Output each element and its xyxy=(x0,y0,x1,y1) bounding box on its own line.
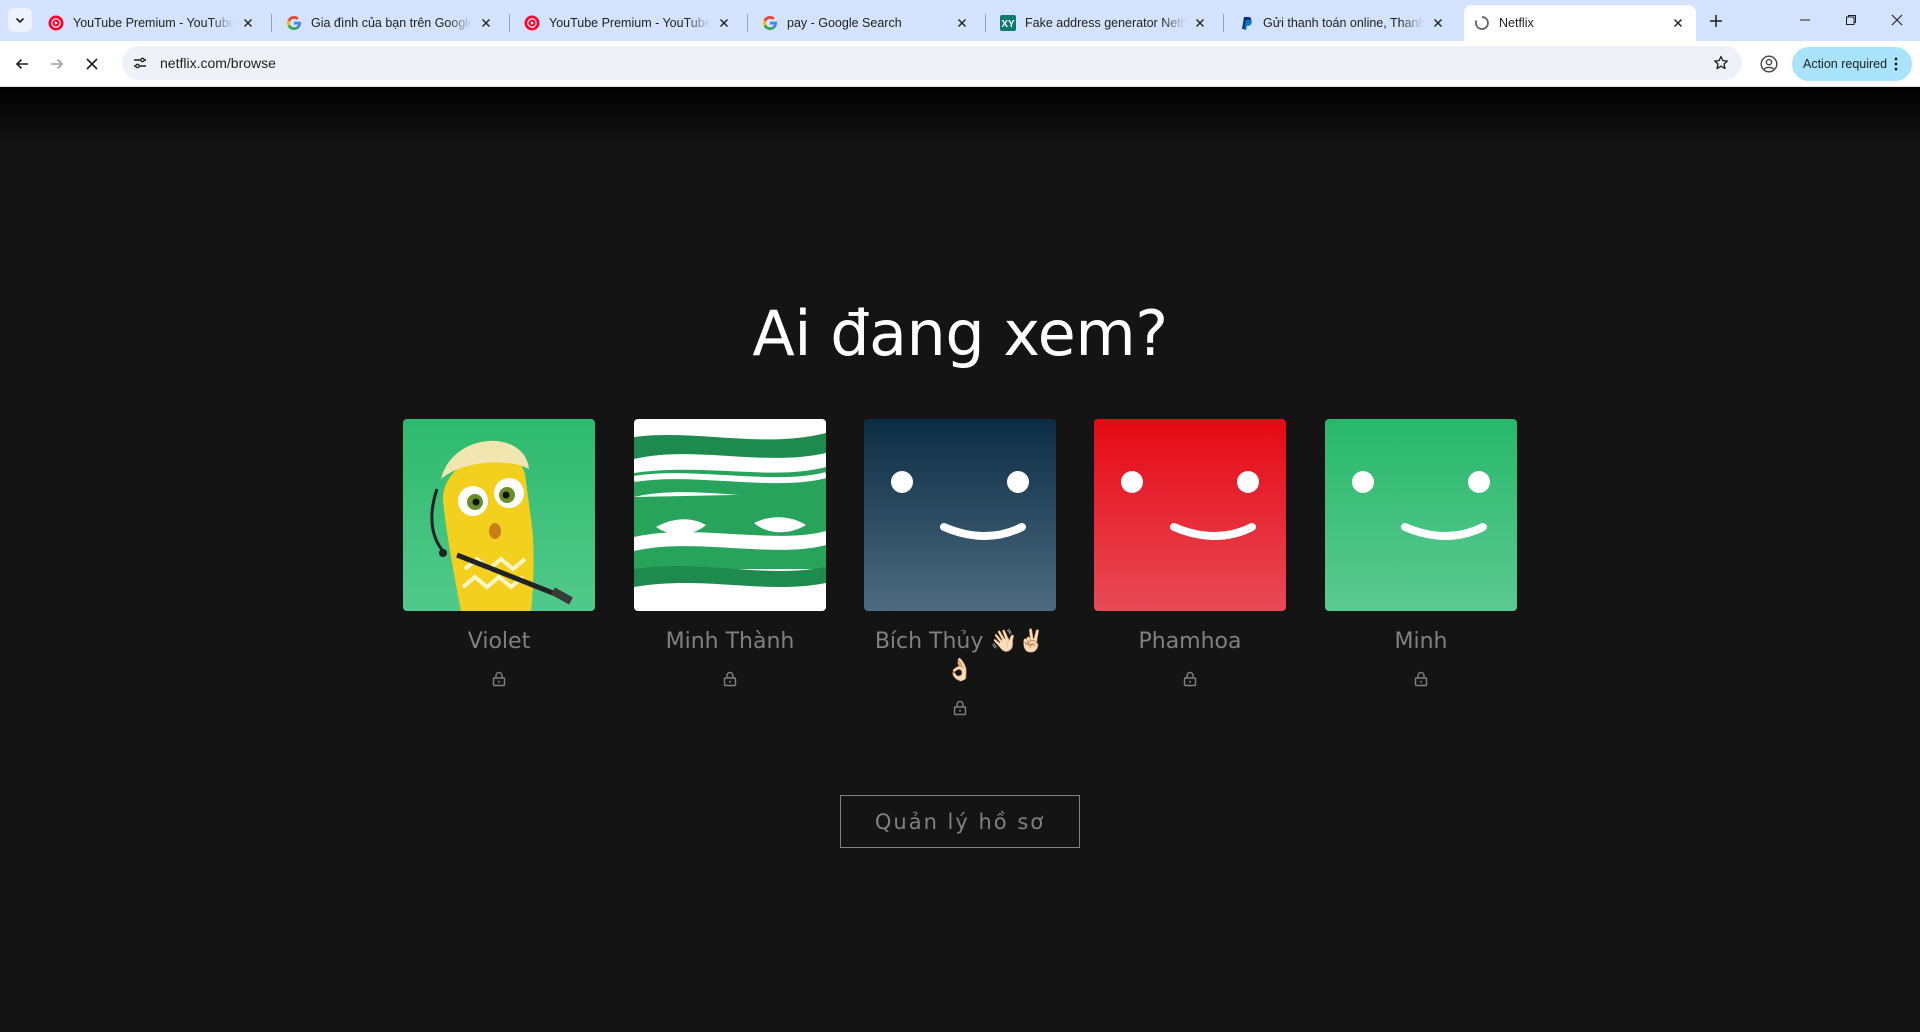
close-tab-icon[interactable] xyxy=(1192,15,1208,31)
profile-name: Phamhoa xyxy=(1138,629,1242,654)
tab-netflix[interactable]: Netflix xyxy=(1464,5,1696,41)
chevron-down-icon xyxy=(15,17,25,24)
page-title: Ai đang xem? xyxy=(752,297,1168,370)
tab-separator xyxy=(985,14,986,32)
tab-title: pay - Google Search xyxy=(787,16,902,30)
youtube-music-icon xyxy=(524,15,540,31)
red-smiley-avatar[interactable] xyxy=(1094,419,1286,611)
close-tab-icon[interactable] xyxy=(954,15,970,31)
tab-title: YouTube Premium - YouTube Music xyxy=(549,16,710,30)
dark-blue-smiley-avatar[interactable] xyxy=(864,419,1056,611)
minimize-icon xyxy=(1800,19,1810,21)
stop-loading-button[interactable] xyxy=(78,50,106,78)
profile-avatar-icon[interactable] xyxy=(1756,51,1782,77)
close-tab-icon[interactable] xyxy=(240,15,256,31)
tab-title: Fake address generator Netherlands xyxy=(1025,16,1186,30)
green-mummy-avatar[interactable] xyxy=(634,419,826,611)
more-vertical-icon xyxy=(1894,57,1898,71)
profile-name: Bích Thủy 👋🏻✌🏻👌🏻 xyxy=(874,629,1046,683)
yellow-character-avatar[interactable] xyxy=(403,419,595,611)
tab-separator xyxy=(747,14,748,32)
xy-icon: XY xyxy=(1000,15,1016,31)
minimize-button[interactable] xyxy=(1782,0,1828,40)
tab-google-search[interactable]: pay - Google Search xyxy=(752,5,980,41)
tab-title: Gia đình của bạn trên Google xyxy=(311,16,472,30)
google-icon xyxy=(286,15,302,31)
tab-separator xyxy=(271,14,272,32)
profile-name: Violet xyxy=(467,629,531,654)
close-window-button[interactable] xyxy=(1874,0,1920,40)
tab-google-family[interactable]: Gia đình của bạn trên Google xyxy=(276,5,504,41)
svg-text:XY: XY xyxy=(1001,19,1015,30)
youtube-music-icon xyxy=(48,15,64,31)
tab-youtube-premium-2[interactable]: YouTube Premium - YouTube Music xyxy=(514,5,742,41)
loading-icon xyxy=(1474,15,1490,31)
new-tab-button[interactable] xyxy=(1704,9,1728,33)
lock-icon xyxy=(721,670,739,688)
green-smiley-avatar[interactable] xyxy=(1325,419,1517,611)
tab-separator xyxy=(1223,14,1224,32)
bookmark-star-icon[interactable] xyxy=(1710,52,1732,74)
tab-search-button[interactable] xyxy=(8,8,32,32)
restore-icon xyxy=(1846,15,1856,25)
plus-icon xyxy=(1710,15,1722,27)
profile-minh-thanh[interactable]: Minh Thành xyxy=(634,419,826,688)
lock-icon xyxy=(490,670,508,688)
restore-button[interactable] xyxy=(1828,0,1874,40)
tab-paypal[interactable]: Gửi thanh toán online, Thanh toán xyxy=(1228,5,1456,41)
action-required-button[interactable]: Action required xyxy=(1792,47,1912,81)
browser-toolbar: netflix.com/browse Action required xyxy=(0,41,1920,87)
forward-button[interactable] xyxy=(43,50,71,78)
paypal-icon xyxy=(1238,15,1254,31)
profile-bich-thuy[interactable]: Bích Thủy 👋🏻✌🏻👌🏻 xyxy=(864,419,1056,717)
tab-title: Gửi thanh toán online, Thanh toán xyxy=(1263,16,1424,30)
tab-separator xyxy=(509,14,510,32)
close-tab-icon[interactable] xyxy=(1430,15,1446,31)
arrow-right-icon xyxy=(51,58,64,70)
action-required-label: Action required xyxy=(1803,57,1888,71)
close-tab-icon[interactable] xyxy=(478,15,494,31)
profile-violet[interactable]: Violet xyxy=(403,419,595,688)
lock-icon xyxy=(1412,670,1430,688)
stop-icon xyxy=(86,58,98,70)
profile-name: Minh xyxy=(1394,629,1448,654)
tab-youtube-premium-1[interactable]: YouTube Premium - YouTube Music xyxy=(38,5,266,41)
profile-phamhoa[interactable]: Phamhoa xyxy=(1094,419,1286,688)
profile-name: Minh Thành xyxy=(665,629,795,654)
lock-icon xyxy=(951,699,969,717)
address-bar[interactable]: netflix.com/browse xyxy=(122,46,1742,80)
tab-strip: YouTube Premium - YouTube Music Gia đình… xyxy=(0,0,1920,41)
back-button[interactable] xyxy=(8,50,36,78)
tab-title: YouTube Premium - YouTube Music xyxy=(73,16,234,30)
tab-fake-address[interactable]: XY Fake address generator Netherlands xyxy=(990,5,1218,41)
close-icon xyxy=(1891,14,1903,26)
netflix-profile-gate: Ai đang xem? Violet Minh Thành Bích Thủy… xyxy=(0,87,1920,1032)
site-info-icon[interactable] xyxy=(128,51,152,75)
lock-icon xyxy=(1181,670,1199,688)
profile-minh[interactable]: Minh xyxy=(1325,419,1517,688)
arrow-left-icon xyxy=(15,58,28,70)
tab-title: Netflix xyxy=(1499,16,1534,30)
url-text: netflix.com/browse xyxy=(160,55,276,71)
close-tab-icon[interactable] xyxy=(1670,15,1686,31)
google-icon xyxy=(762,15,778,31)
close-tab-icon[interactable] xyxy=(716,15,732,31)
manage-profiles-button[interactable]: Quản lý hồ sơ xyxy=(840,795,1080,848)
